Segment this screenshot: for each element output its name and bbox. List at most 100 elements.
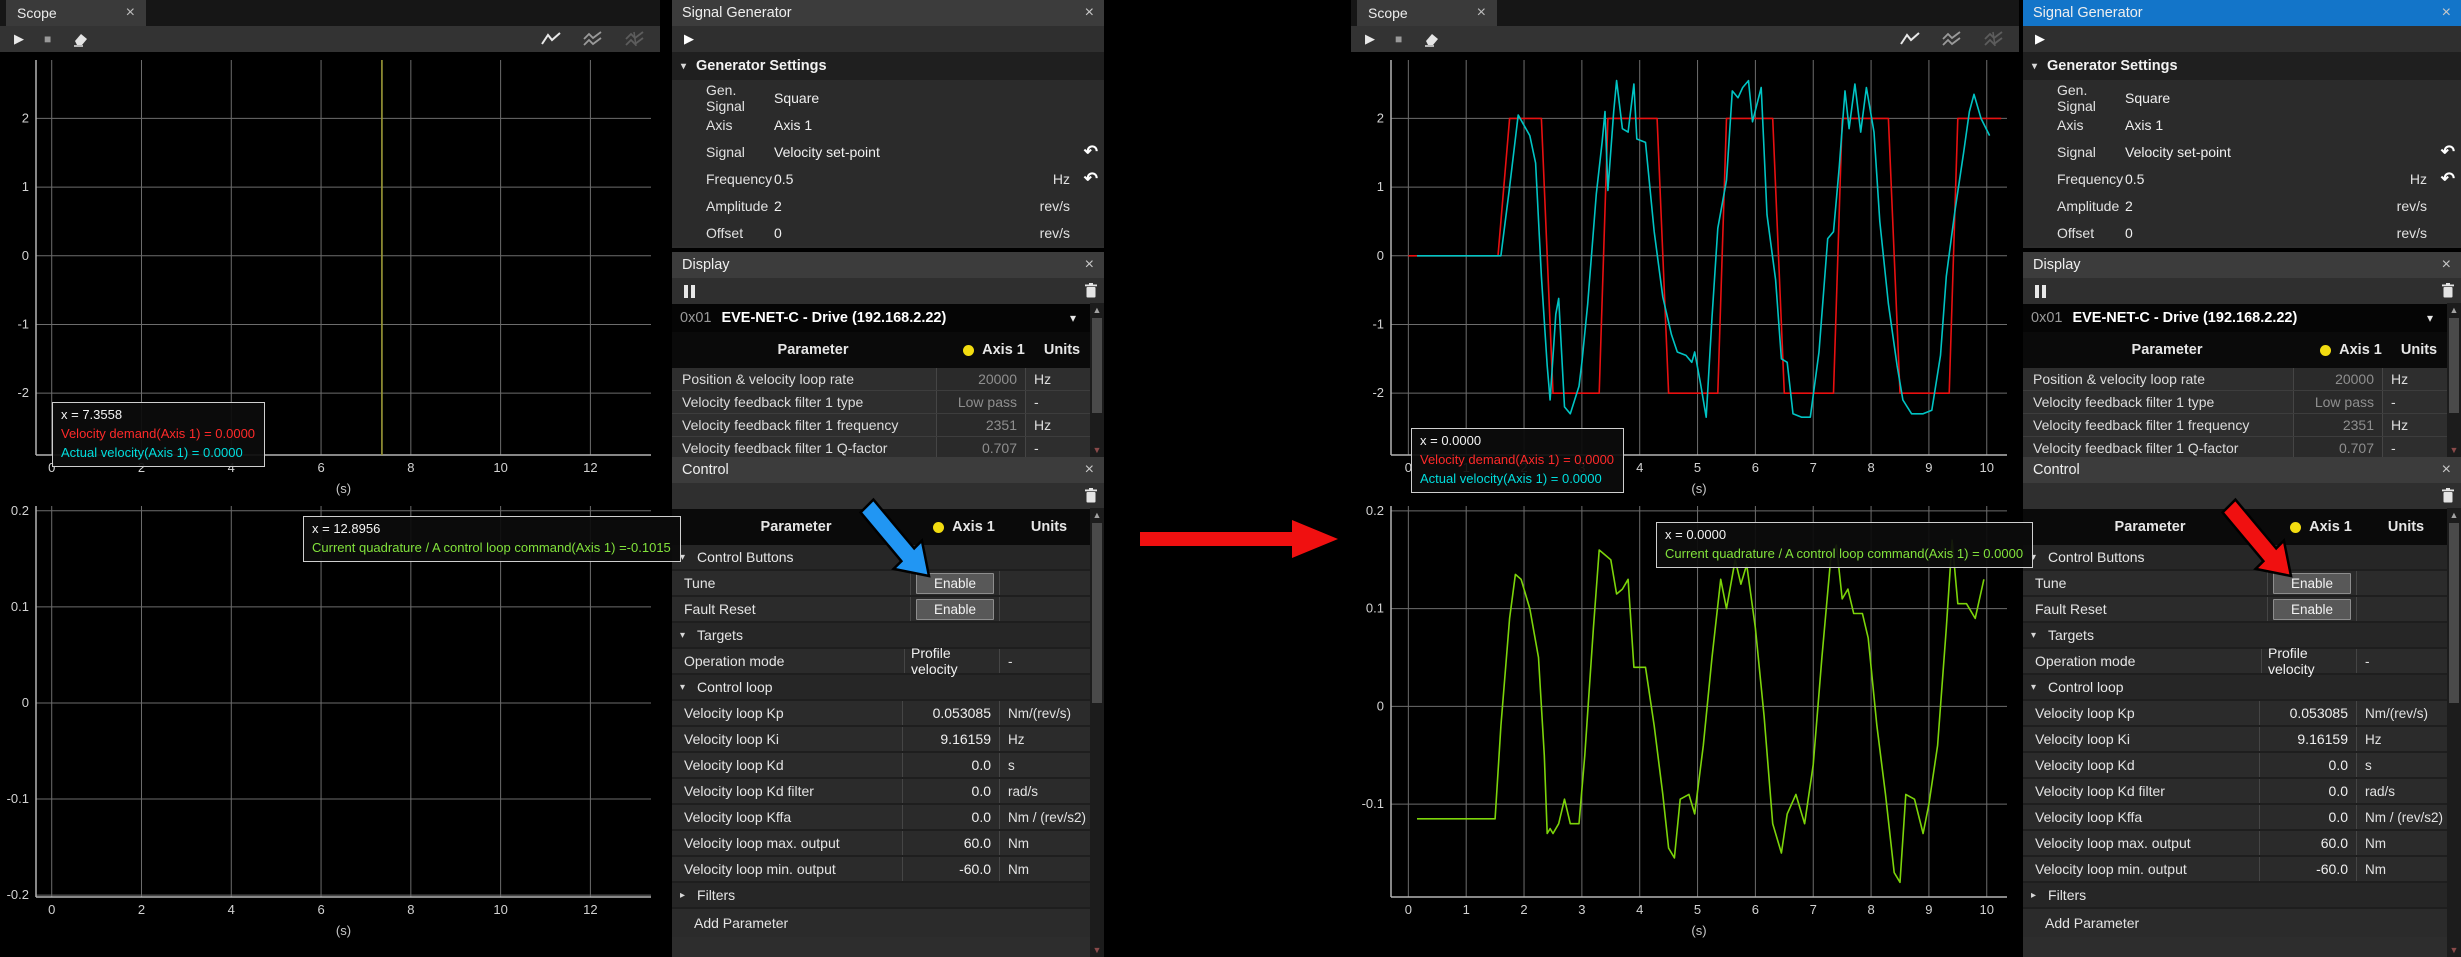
field-value[interactable]: Velocity set-point (2125, 144, 2381, 160)
parameter-value[interactable]: 60.0 (902, 831, 1000, 855)
add-parameter-row[interactable]: Add Parameter (2023, 909, 2447, 937)
section-row-control-loop[interactable]: ▾Control loop (672, 675, 1090, 701)
field-value[interactable]: 0 (2125, 225, 2381, 241)
single-trace-icon[interactable] (540, 31, 562, 47)
parameter-value[interactable]: 0.0 (902, 779, 1000, 803)
stop-icon[interactable]: ■ (44, 32, 51, 46)
trash-icon[interactable] (2441, 283, 2455, 304)
scrollbar-thumb[interactable] (1092, 523, 1102, 703)
multi-trace-icon[interactable] (1941, 31, 1963, 47)
scroll-down-icon[interactable]: ▼ (1093, 945, 1102, 957)
device-selector[interactable]: 0x01 EVE-NET-C - Drive (192.168.2.22) ▾ (2023, 304, 2447, 332)
add-parameter-row[interactable]: Add Parameter (672, 909, 1090, 937)
pause-icon[interactable] (2035, 285, 2046, 298)
eraser-icon[interactable] (1422, 31, 1440, 47)
parameter-value[interactable]: 0.0 (2259, 805, 2357, 829)
single-trace-icon[interactable] (1899, 31, 1921, 47)
undo-icon[interactable]: ↶ (2427, 171, 2455, 187)
control-titlebar[interactable]: Control × (672, 457, 1104, 483)
parameter-value[interactable]: 0.053085 (902, 701, 1000, 725)
parameter-value[interactable]: -60.0 (902, 857, 1000, 881)
play-icon[interactable]: ▶ (14, 31, 24, 47)
multi-trace-icon[interactable] (582, 31, 604, 47)
section-row-targets[interactable]: ▾Targets (672, 623, 1090, 649)
play-icon[interactable]: ▶ (2035, 31, 2045, 47)
field-value[interactable]: Axis 1 (774, 117, 1024, 133)
scope-plot-current[interactable]: 024681012-0.2-0.100.10.2(s) (0, 498, 660, 957)
display-scrollbar[interactable]: ▲ ▼ (1090, 303, 1104, 457)
control-scrollbar[interactable]: ▲ ▼ (1090, 508, 1104, 957)
field-value[interactable]: 0 (774, 225, 1024, 241)
scroll-down-icon[interactable]: ▼ (2450, 445, 2459, 457)
parameter-value[interactable]: 9.16159 (2259, 727, 2357, 751)
section-row-targets[interactable]: ▾Targets (2023, 623, 2447, 649)
close-icon[interactable]: × (1085, 461, 1094, 479)
parameter-value[interactable]: 9.16159 (902, 727, 1000, 751)
scrollbar-thumb[interactable] (1092, 318, 1102, 413)
close-icon[interactable]: × (1085, 4, 1094, 22)
scrollbar-thumb[interactable] (2449, 523, 2459, 703)
parameter-value[interactable]: 60.0 (2259, 831, 2357, 855)
field-value[interactable]: 2 (774, 198, 1024, 214)
parameter-value[interactable]: 0.053085 (2259, 701, 2357, 725)
close-icon[interactable]: × (1477, 6, 1486, 20)
parameter-value[interactable]: 0.0 (902, 753, 1000, 777)
control-scrollbar[interactable]: ▲ ▼ (2447, 508, 2461, 957)
scroll-down-icon[interactable]: ▼ (2450, 945, 2459, 957)
generator-settings-section[interactable]: ▾ Generator Settings (672, 52, 1104, 80)
play-icon[interactable]: ▶ (1365, 31, 1375, 47)
field-value[interactable]: Square (2125, 90, 2381, 106)
close-icon[interactable]: × (126, 6, 135, 20)
scrollbar-thumb[interactable] (2449, 318, 2459, 413)
undo-icon[interactable]: ↶ (1070, 171, 1098, 187)
tab-scope[interactable]: Scope × (6, 0, 146, 26)
chevron-down-icon[interactable]: ▾ (1070, 311, 1082, 325)
generator-settings-section[interactable]: ▾ Generator Settings (2023, 52, 2461, 80)
parameter-value[interactable]: 0.0 (2259, 753, 2357, 777)
split-trace-icon[interactable] (624, 31, 646, 47)
chevron-down-icon[interactable]: ▾ (2427, 311, 2439, 325)
scroll-up-icon[interactable]: ▲ (1093, 508, 1102, 520)
scroll-up-icon[interactable]: ▲ (2450, 508, 2459, 520)
parameter-value[interactable]: Profile velocity (2261, 649, 2357, 673)
fault-reset-enable-button[interactable]: Enable (916, 599, 994, 620)
signal-generator-titlebar[interactable]: Signal Generator × (672, 0, 1104, 26)
field-value[interactable]: 0.5 (2125, 171, 2381, 187)
close-icon[interactable]: × (2442, 461, 2451, 479)
section-row-filters[interactable]: ▸Filters (2023, 883, 2447, 909)
close-icon[interactable]: × (1085, 256, 1094, 274)
signal-generator-titlebar[interactable]: Signal Generator × (2023, 0, 2461, 26)
display-titlebar[interactable]: Display × (2023, 252, 2461, 278)
control-titlebar[interactable]: Control × (2023, 457, 2461, 483)
undo-icon[interactable]: ↶ (2427, 144, 2455, 160)
eraser-icon[interactable] (71, 31, 89, 47)
undo-icon[interactable]: ↶ (1070, 144, 1098, 160)
split-trace-icon[interactable] (1983, 31, 2005, 47)
field-value[interactable]: 2 (2125, 198, 2381, 214)
trash-icon[interactable] (2441, 488, 2455, 509)
display-titlebar[interactable]: Display × (672, 252, 1104, 278)
field-value[interactable]: Square (774, 90, 1024, 106)
display-scrollbar[interactable]: ▲ ▼ (2447, 303, 2461, 457)
section-row-filters[interactable]: ▸Filters (672, 883, 1090, 909)
close-icon[interactable]: × (2442, 4, 2451, 22)
field-value[interactable]: Velocity set-point (774, 144, 1024, 160)
scroll-up-icon[interactable]: ▲ (2450, 303, 2459, 315)
fault-reset-enable-button[interactable]: Enable (2273, 599, 2351, 620)
pause-icon[interactable] (684, 285, 695, 298)
trash-icon[interactable] (1084, 488, 1098, 509)
field-value[interactable]: 0.5 (774, 171, 1024, 187)
scroll-down-icon[interactable]: ▼ (1093, 445, 1102, 457)
field-value[interactable]: Axis 1 (2125, 117, 2381, 133)
parameter-value[interactable]: 0.0 (902, 805, 1000, 829)
stop-icon[interactable]: ■ (1395, 32, 1402, 46)
play-icon[interactable]: ▶ (684, 31, 694, 47)
device-selector[interactable]: 0x01 EVE-NET-C - Drive (192.168.2.22) ▾ (672, 304, 1090, 332)
scroll-up-icon[interactable]: ▲ (1093, 303, 1102, 315)
close-icon[interactable]: × (2442, 256, 2451, 274)
trash-icon[interactable] (1084, 283, 1098, 304)
parameter-value[interactable]: 0.0 (2259, 779, 2357, 803)
parameter-value[interactable]: Profile velocity (904, 649, 1000, 673)
parameter-value[interactable]: -60.0 (2259, 857, 2357, 881)
section-row-control-loop[interactable]: ▾Control loop (2023, 675, 2447, 701)
